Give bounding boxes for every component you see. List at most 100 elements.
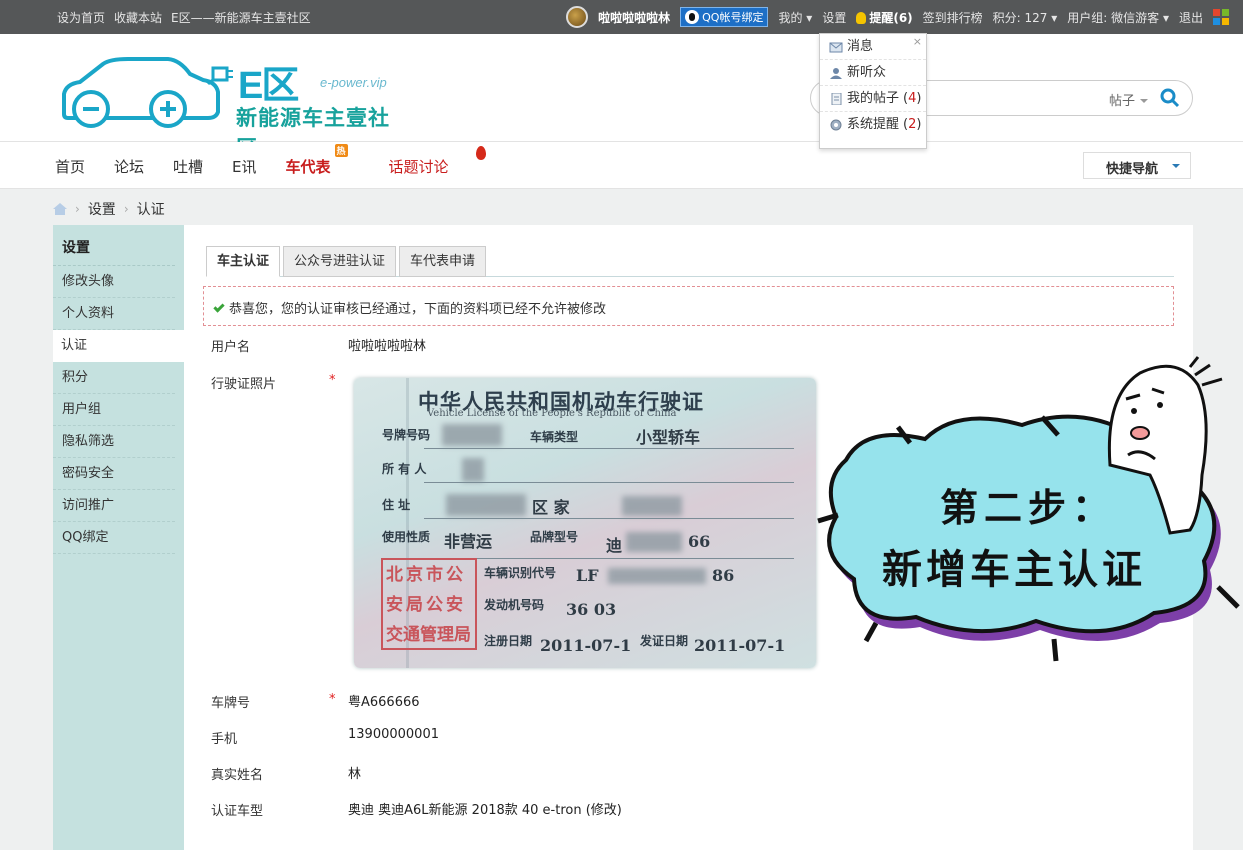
tab-official-account-auth[interactable]: 公众号进驻认证 [283, 246, 397, 277]
sidebar-item-avatar[interactable]: 修改头像 [53, 266, 175, 298]
settings-link[interactable]: 设置 [822, 9, 846, 26]
breadcrumb: › 设置 › 认证 [53, 199, 165, 219]
tab-car-rep-apply[interactable]: 车代表申请 [399, 246, 487, 277]
popup-item-count-wrap: (4) [903, 90, 922, 106]
popup-item-messages[interactable]: 消息 [820, 34, 926, 60]
username-value: 啦啦啦啦啦林 [348, 339, 427, 354]
my-menu[interactable]: 我的 ▾ [778, 9, 812, 26]
tab-owner-auth[interactable]: 车主认证 [206, 246, 281, 277]
license-issue-label: 发证日期 [640, 634, 689, 648]
car-logo-icon [62, 57, 233, 128]
stamp-line: 安局公安 [386, 595, 466, 615]
license-vin-value: LF [576, 566, 599, 585]
sidebar-item-qq[interactable]: QQ绑定 [53, 522, 175, 554]
realname-value: 林 [348, 767, 362, 782]
points-menu[interactable]: 积分: 127 ▾ [993, 9, 1058, 26]
home-icon[interactable] [53, 203, 67, 215]
top-bar: 设为首页 收藏本站 E区——新能源车主壹社区 啦啦啦啦啦林 QQ帐号绑定 我的 … [0, 0, 1243, 34]
sidebar-item-auth[interactable]: 认证 [53, 330, 184, 362]
set-homepage-link[interactable]: 设为首页 [57, 9, 105, 26]
popup-item-count: 2 [908, 117, 917, 132]
license-vehicle-type-label: 车辆类型 [530, 430, 579, 444]
license-use-label: 使用性质 [382, 530, 431, 544]
popup-item-count: 4 [908, 90, 917, 106]
app-grid-icon[interactable] [1213, 9, 1229, 25]
qq-bind-button[interactable]: QQ帐号绑定 [680, 7, 769, 27]
auth-tabs: 车主认证 公众号进驻认证 车代表申请 [206, 246, 1174, 277]
blurred-owner [462, 458, 484, 482]
notice-text: 恭喜您，您的认证审核已经通过，下面的资料项已经不允许被修改 [229, 302, 607, 317]
phone-label: 手机 [211, 732, 238, 747]
settings-sidebar: 设置 修改头像 个人资料 认证 积分 用户组 隐私筛选 密码安全 访问推广 QQ… [53, 225, 184, 850]
search-type-select[interactable]: 帖子 [1109, 90, 1148, 109]
sidebar-item-privacy[interactable]: 隐私筛选 [53, 426, 175, 458]
sidebar-item-usergroup[interactable]: 用户组 [53, 394, 175, 426]
my-menu-label: 我的 [778, 10, 803, 25]
license-reg-value: 2011-07-1 [540, 636, 632, 655]
required-mark: * [329, 692, 336, 707]
popup-item-label: 我的帖子 [847, 90, 900, 106]
model-value[interactable]: 奥迪 奥迪A6L新能源 2018款 40 e-tron (修改) [348, 799, 622, 818]
quick-nav-button[interactable]: 快捷导航 [1083, 152, 1191, 179]
logo-url: e-power.vip [320, 75, 387, 90]
license-photo-label: 行驶证照片 [211, 377, 277, 392]
breadcrumb-separator: › [123, 202, 129, 216]
usergroup-menu[interactable]: 用户组: 微信游客 ▾ [1067, 9, 1169, 26]
sidebar-item-password[interactable]: 密码安全 [53, 458, 175, 490]
points-label: 积分: 127 [992, 10, 1048, 25]
license-photo[interactable]: 中华人民共和国机动车行驶证 Vehicle License of the Peo… [354, 378, 816, 668]
license-rule [424, 558, 794, 559]
reminder-popup: × 消息 新听众 我的帖子 (4) 系统提醒 (2) [819, 33, 927, 149]
breadcrumb-settings[interactable]: 设置 [88, 199, 116, 219]
nav-car-rep[interactable]: 车代表热 [286, 144, 360, 177]
license-engine-value: 36 03 [566, 600, 617, 619]
popup-item-label: 消息 [847, 38, 874, 54]
reminders-link[interactable]: 提醒(6) [856, 9, 913, 26]
logout-link[interactable]: 退出 [1179, 9, 1203, 26]
stamp-line: 北京市公 [386, 565, 466, 585]
blurred-plate [442, 424, 502, 446]
check-icon [213, 301, 225, 313]
step-cartoon: 第二步： 新增车主认证 [810, 355, 1243, 670]
license-title-en: Vehicle License of the People's Republic… [427, 408, 677, 419]
site-name-link[interactable]: E区——新能源车主壹社区 [171, 9, 311, 26]
popup-item-my-posts[interactable]: 我的帖子 (4) [820, 86, 926, 112]
nav-topic[interactable]: 话题讨论 [389, 146, 486, 177]
license-vin-suffix: 86 [712, 566, 735, 585]
popup-item-system-reminders[interactable]: 系统提醒 (2) [820, 112, 926, 138]
nav-home[interactable]: 首页 [55, 156, 85, 177]
license-model-suffix: 66 [688, 532, 711, 551]
model-label: 认证车型 [211, 804, 264, 819]
bookmark-link[interactable]: 收藏本站 [114, 9, 162, 26]
cartoon-line-2: 新增车主认证 [882, 547, 1146, 593]
search-icon[interactable] [1160, 88, 1180, 108]
header: E区 e-power.vip 新能源车主壹社区 帖子 [0, 34, 1243, 160]
site-logo[interactable]: E区 e-power.vip 新能源车主壹社区 [58, 54, 408, 160]
avatar[interactable] [566, 6, 589, 28]
gear-icon [830, 119, 842, 131]
nav-forum[interactable]: 论坛 [114, 156, 144, 177]
license-use-value: 非营运 [444, 532, 493, 551]
plate-label: 车牌号 [211, 696, 251, 711]
close-icon[interactable]: × [913, 35, 922, 48]
popup-item-followers[interactable]: 新听众 [820, 60, 926, 86]
nav-enews[interactable]: E讯 [232, 156, 256, 177]
popup-item-count-wrap: (2) [903, 117, 922, 132]
main-nav: 首页 论坛 吐槽 E讯 车代表热 话题讨论 快捷导航 [0, 142, 1243, 189]
license-model-value: 迪 [606, 536, 623, 555]
blurred-model [626, 532, 682, 552]
license-vin-label: 车辆识别代号 [484, 566, 557, 580]
blurred-vin [608, 568, 706, 584]
sidebar-item-points[interactable]: 积分 [53, 362, 175, 394]
license-rule [424, 482, 794, 483]
username-link[interactable]: 啦啦啦啦啦林 [598, 9, 670, 26]
stamp-line: 交通管理局 [386, 625, 471, 645]
police-stamp: 北京市公 安局公安 交通管理局 [381, 558, 477, 650]
checkin-ranking-link[interactable]: 签到排行榜 [923, 9, 983, 26]
sidebar-item-profile[interactable]: 个人资料 [53, 298, 175, 330]
success-notice: 恭喜您，您的认证审核已经通过，下面的资料项已经不允许被修改 [203, 286, 1174, 326]
realname-label: 真实姓名 [211, 768, 264, 783]
license-rule [424, 448, 794, 449]
sidebar-item-promotion[interactable]: 访问推广 [53, 490, 175, 522]
nav-rant[interactable]: 吐槽 [173, 156, 203, 177]
